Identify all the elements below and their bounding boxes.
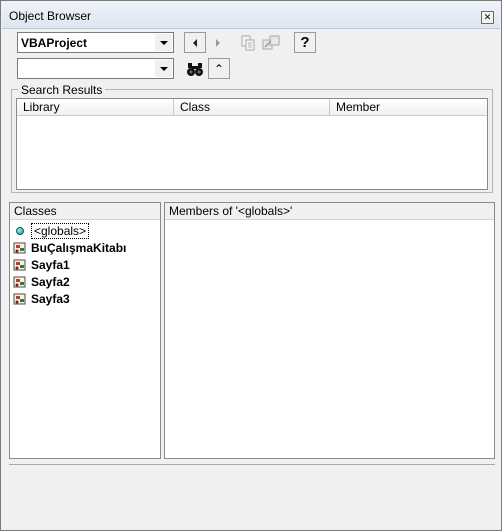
close-icon: ✕: [483, 12, 492, 22]
go-back-button[interactable]: [184, 32, 206, 53]
column-header-class[interactable]: Class: [174, 99, 330, 116]
search-results-header: Library Class Member: [17, 99, 487, 116]
window-title: Object Browser: [9, 9, 92, 23]
copy-icon: [241, 35, 255, 50]
chevron-down-icon: [159, 40, 168, 45]
classes-pane[interactable]: Classes <globals> BuÇalışmaKitabı Sayfa1…: [9, 202, 161, 459]
class-item-label: <globals>: [31, 223, 90, 239]
worksheet-module-icon: [13, 293, 26, 305]
view-definition-icon: [262, 35, 280, 49]
class-item-sheet1[interactable]: Sayfa1: [12, 257, 70, 273]
copy-button[interactable]: [237, 32, 259, 53]
workbook-module-icon: [13, 242, 26, 254]
library-combo-value: VBAProject: [21, 36, 88, 50]
globe-icon: [16, 227, 24, 235]
class-item-sheet3[interactable]: Sayfa3: [12, 291, 70, 307]
title-bar[interactable]: Object Browser ✕: [2, 2, 500, 29]
search-results-list[interactable]: Library Class Member: [16, 98, 488, 190]
members-pane[interactable]: Members of '<globals>': [164, 202, 495, 459]
search-button[interactable]: [184, 58, 206, 79]
class-item-label: Sayfa2: [31, 275, 70, 289]
arrow-right-icon: [216, 38, 220, 47]
column-header-library[interactable]: Library: [17, 99, 174, 116]
column-header-member[interactable]: Member: [330, 99, 487, 116]
class-item-workbook[interactable]: BuÇalışmaKitabı: [12, 240, 126, 256]
library-combo[interactable]: VBAProject: [17, 32, 174, 53]
details-pane: [9, 464, 495, 525]
class-item-globals[interactable]: <globals>: [12, 223, 90, 239]
worksheet-module-icon: [13, 276, 26, 288]
help-button[interactable]: ?: [294, 32, 316, 53]
class-item-label: Sayfa3: [31, 292, 70, 306]
class-item-label: Sayfa1: [31, 258, 70, 272]
go-forward-button[interactable]: [207, 32, 229, 53]
collapse-icon: ⌃: [213, 61, 225, 76]
hide-search-results-button[interactable]: ⌃: [208, 58, 230, 79]
library-combo-dropdown-button[interactable]: [155, 34, 172, 51]
arrow-left-icon: [193, 38, 197, 47]
worksheet-module-icon: [13, 259, 26, 271]
classes-header: Classes: [10, 203, 160, 220]
close-button[interactable]: ✕: [481, 11, 494, 24]
search-combo-dropdown-button[interactable]: [155, 60, 172, 77]
class-item-sheet2[interactable]: Sayfa2: [12, 274, 70, 290]
members-header: Members of '<globals>': [165, 203, 494, 220]
search-text-combo[interactable]: [17, 58, 174, 79]
chevron-down-icon: [159, 66, 168, 71]
binoculars-icon: [187, 62, 203, 76]
search-results-title: Search Results: [18, 83, 106, 97]
help-icon: ?: [300, 34, 310, 51]
view-definition-button[interactable]: [260, 32, 282, 53]
class-item-label: BuÇalışmaKitabı: [31, 241, 127, 255]
object-browser-window: Object Browser ✕ VBAProject ? ⌃ Search R…: [0, 0, 502, 531]
